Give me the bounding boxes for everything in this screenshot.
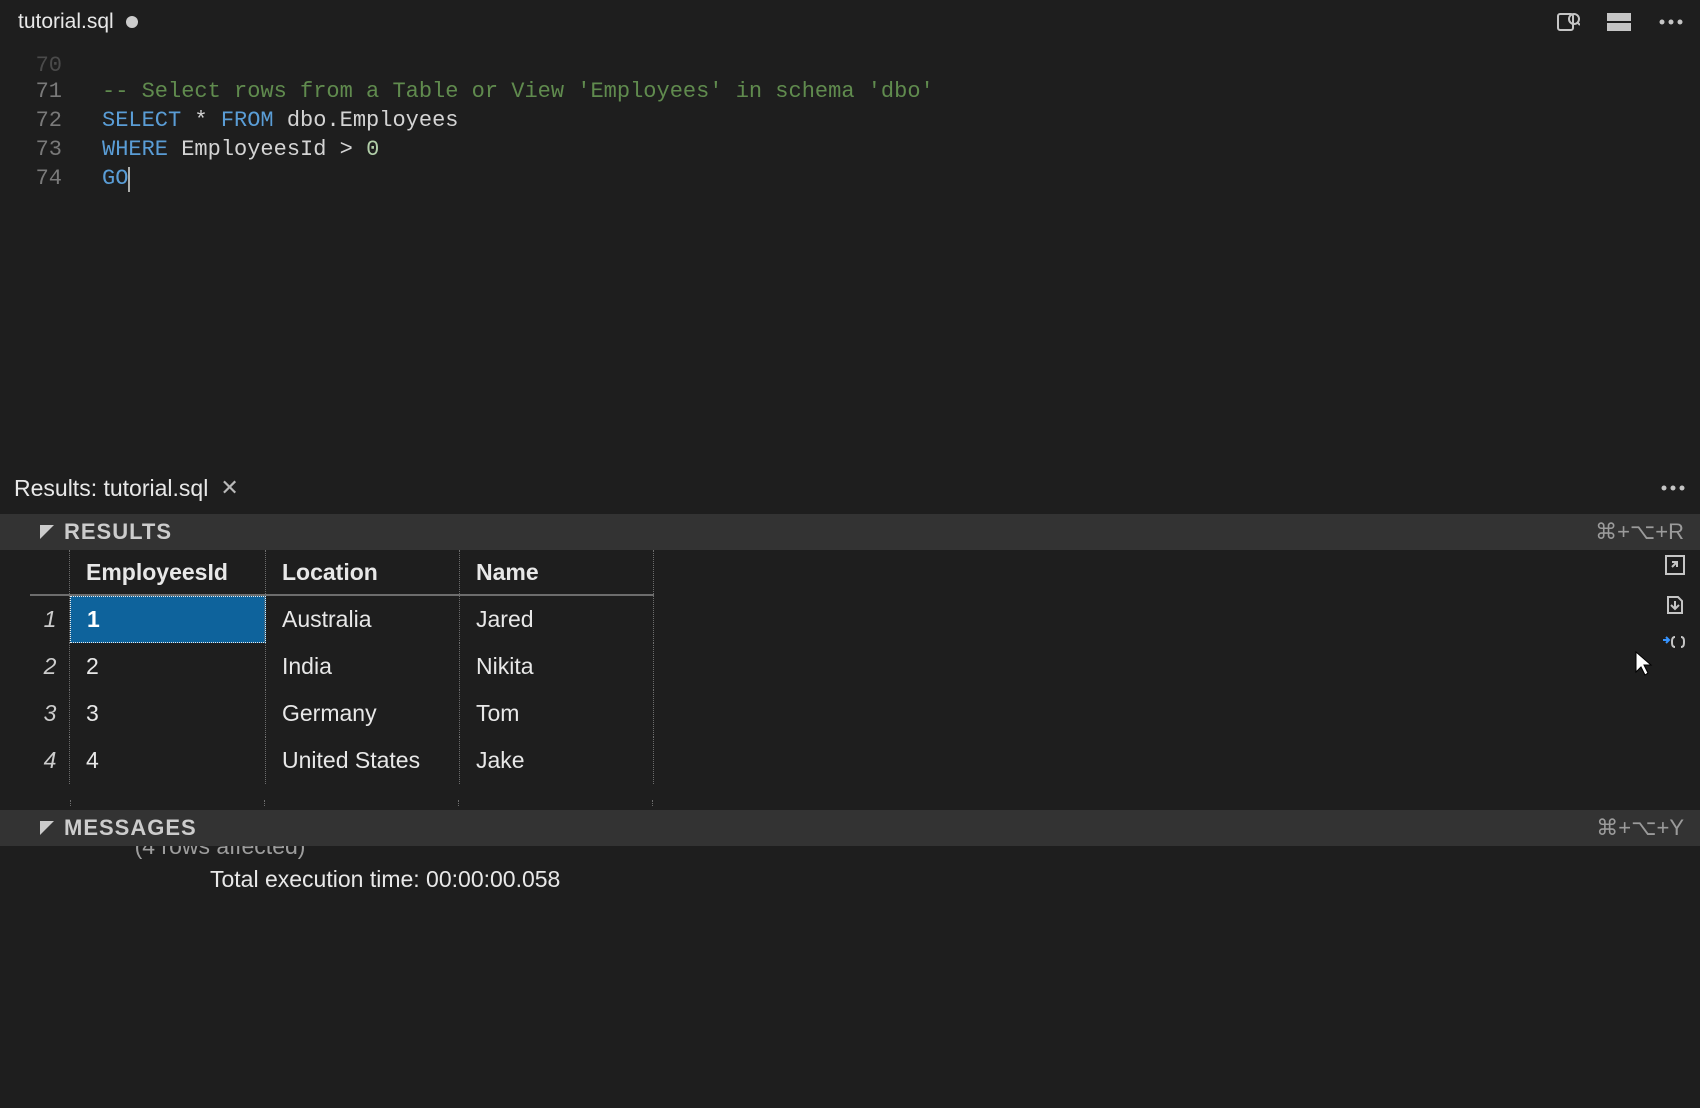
messages-rows-affected: (4 rows affected): [70, 846, 370, 860]
cursor-pointer-icon: [1634, 650, 1654, 681]
grid-cell[interactable]: Nikita: [460, 643, 654, 690]
code-line[interactable]: 74GO: [0, 164, 1700, 193]
grid-cell[interactable]: 2: [70, 643, 266, 690]
code-line[interactable]: 71-- Select rows from a Table or View 'E…: [0, 77, 1700, 106]
code-line[interactable]: 72SELECT * FROM dbo.Employees: [0, 106, 1700, 135]
unsaved-dot-icon: [126, 16, 138, 28]
results-section-header[interactable]: RESULTS ⌘+⌥+R: [0, 514, 1700, 550]
results-grid[interactable]: EmployeesIdLocationName11AustraliaJared2…: [30, 550, 1670, 784]
line-number: 73: [0, 137, 72, 162]
grid-cell[interactable]: Tom: [460, 690, 654, 737]
row-number[interactable]: 3: [30, 690, 70, 737]
save-json-icon[interactable]: [1662, 634, 1688, 656]
chevron-down-icon: [40, 821, 54, 835]
messages-section-header[interactable]: MESSAGES ⌘+⌥+Y: [0, 810, 1700, 846]
grid-cell[interactable]: Australia: [266, 596, 460, 643]
save-csv-icon[interactable]: [1664, 594, 1686, 616]
column-header[interactable]: EmployeesId: [70, 550, 266, 596]
results-header-label: RESULTS: [64, 519, 172, 545]
results-toolbar: [1662, 554, 1688, 656]
row-number[interactable]: 4: [30, 737, 70, 784]
results-panel: RESULTS ⌘+⌥+R EmployeesIdLocationName11A…: [0, 514, 1700, 1108]
row-number[interactable]: 1: [30, 596, 70, 643]
grid-cell[interactable]: 1: [70, 596, 266, 643]
grid-cell[interactable]: 3: [70, 690, 266, 737]
more-actions-icon[interactable]: [1660, 484, 1686, 492]
code-content[interactable]: GO: [72, 166, 130, 191]
text-cursor: [128, 167, 130, 192]
messages-header-label: MESSAGES: [64, 815, 197, 841]
chevron-down-icon: [40, 525, 54, 539]
row-number[interactable]: 2: [30, 643, 70, 690]
rownum-header: [30, 550, 70, 596]
line-number: 70: [0, 53, 72, 73]
column-header[interactable]: Location: [266, 550, 460, 596]
line-number: 71: [0, 79, 72, 104]
grid-separator-ticks: [30, 800, 654, 806]
messages-section: MESSAGES ⌘+⌥+Y (4 rows affected) Total e…: [30, 810, 1670, 893]
editor-tab-actions: [1554, 11, 1690, 33]
editor-tab[interactable]: tutorial.sql: [10, 6, 146, 38]
grid-cell[interactable]: 4: [70, 737, 266, 784]
grid-cell[interactable]: Jared: [460, 596, 654, 643]
messages-shortcut: ⌘+⌥+Y: [1596, 815, 1700, 841]
code-line[interactable]: 73WHERE EmployeesId > 0: [0, 135, 1700, 164]
line-number: 74: [0, 166, 72, 191]
grid-cell[interactable]: India: [266, 643, 460, 690]
grid-cell[interactable]: Jake: [460, 737, 654, 784]
line-number: 72: [0, 108, 72, 133]
results-tab-title: Results: tutorial.sql: [14, 475, 208, 502]
results-tab-bar: Results: tutorial.sql ✕: [0, 462, 1700, 514]
editor-tab-filename: tutorial.sql: [18, 10, 114, 34]
preview-icon[interactable]: [1554, 11, 1580, 33]
code-content[interactable]: SELECT * FROM dbo.Employees: [72, 108, 458, 133]
code-line[interactable]: 70: [0, 48, 1700, 77]
results-body: EmployeesIdLocationName11AustraliaJared2…: [30, 550, 1670, 784]
code-content[interactable]: WHERE EmployeesId > 0: [72, 137, 379, 162]
code-content[interactable]: -- Select rows from a Table or View 'Emp…: [72, 79, 934, 104]
editor-tab-bar: tutorial.sql: [0, 0, 1700, 44]
code-editor[interactable]: 70 71-- Select rows from a Table or View …: [0, 44, 1700, 462]
messages-exec-time: Total execution time: 00:00:00.058: [210, 866, 1670, 893]
results-shortcut: ⌘+⌥+R: [1595, 519, 1700, 545]
more-actions-icon[interactable]: [1658, 18, 1684, 26]
grid-cell[interactable]: United States: [266, 737, 460, 784]
close-icon[interactable]: ✕: [220, 475, 238, 501]
messages-body: (4 rows affected) Total execution time: …: [30, 846, 1670, 893]
split-editor-icon[interactable]: [1606, 11, 1632, 33]
maximize-icon[interactable]: [1664, 554, 1686, 576]
grid-cell[interactable]: Germany: [266, 690, 460, 737]
results-tab[interactable]: Results: tutorial.sql ✕: [14, 475, 239, 502]
column-header[interactable]: Name: [460, 550, 654, 596]
